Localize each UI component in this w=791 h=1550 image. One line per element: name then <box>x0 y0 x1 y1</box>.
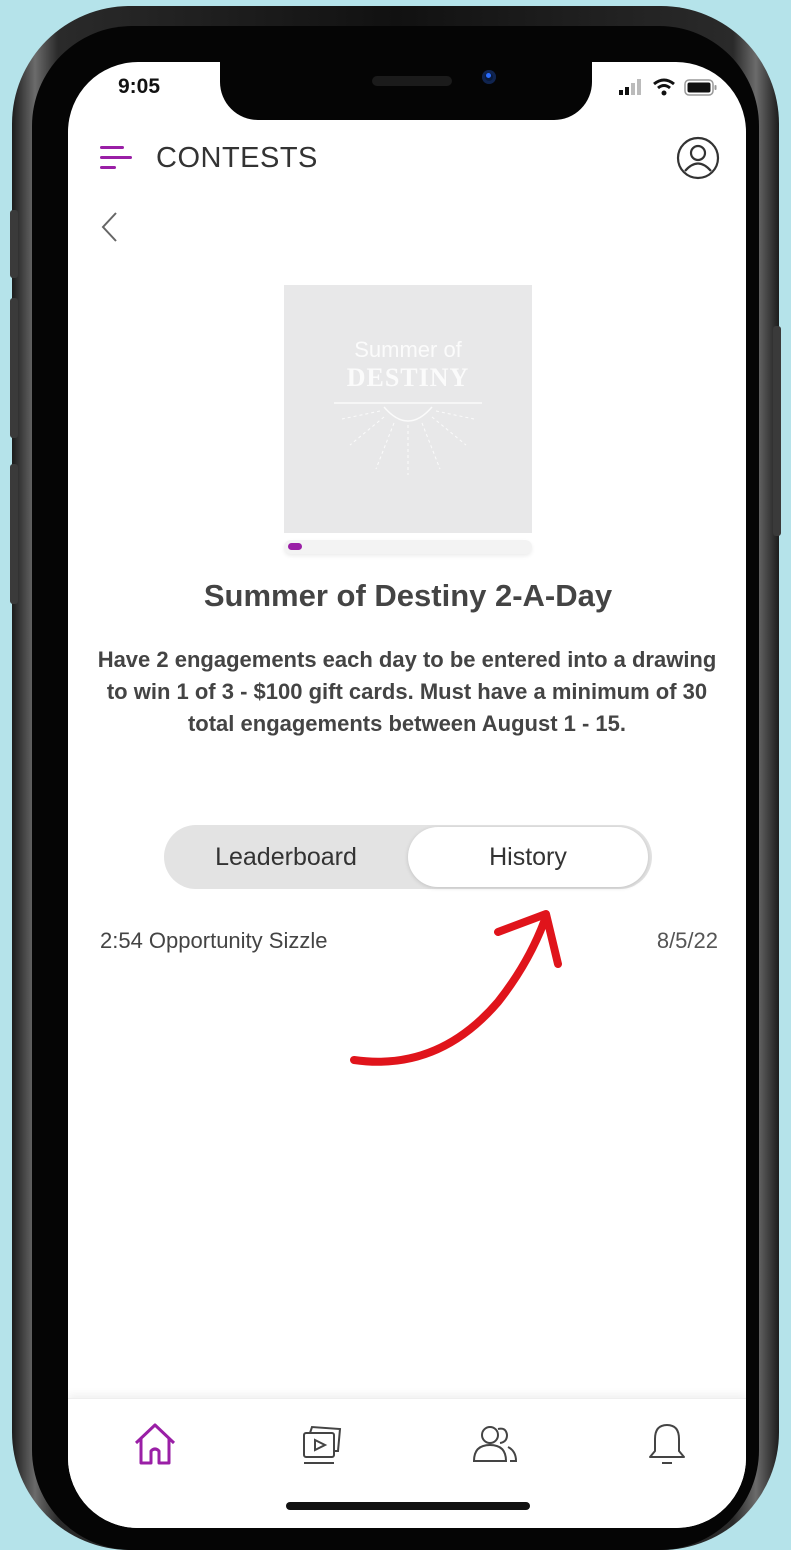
contest-progress-fill <box>288 543 302 550</box>
profile-icon[interactable] <box>676 136 720 180</box>
tab-history[interactable]: History <box>408 827 648 887</box>
power-button <box>773 326 781 536</box>
volume-up-button <box>10 298 18 438</box>
silent-switch <box>10 210 18 278</box>
menu-icon[interactable] <box>100 144 132 172</box>
speaker <box>372 76 452 86</box>
page-title: CONTESTS <box>156 142 318 174</box>
contest-description: Have 2 engagements each day to be entere… <box>97 647 717 736</box>
history-row[interactable]: 2:54 Opportunity Sizzle 8/5/22 <box>100 928 718 962</box>
home-icon[interactable] <box>130 1419 180 1469</box>
front-camera <box>482 70 496 84</box>
annotation-arrow <box>350 910 562 1066</box>
status-icons <box>618 78 718 96</box>
bell-icon[interactable] <box>642 1419 692 1469</box>
tab-leaderboard[interactable]: Leaderboard <box>164 825 408 889</box>
contest-progress-bar <box>284 540 532 554</box>
contest-image: Summer of DESTINY <box>284 285 532 533</box>
home-indicator[interactable] <box>286 1502 530 1510</box>
history-item-date: 8/5/22 <box>656 928 718 953</box>
history-item-name: 2:54 Opportunity Sizzle <box>100 928 328 953</box>
leaderboard-history-toggle: Leaderboard History <box>164 825 652 889</box>
volume-down-button <box>10 464 18 604</box>
app-header: CONTESTS <box>100 134 720 184</box>
screen: 9:05 CONTESTS Summer of DESTINY Summer o… <box>68 62 746 1528</box>
battery-icon <box>684 78 717 96</box>
wifi-icon <box>653 78 675 96</box>
sun-rays-graphic <box>334 402 482 475</box>
signal-icon <box>619 79 641 95</box>
status-time: 9:05 <box>118 75 161 98</box>
media-icon[interactable] <box>298 1419 348 1469</box>
back-chevron-icon[interactable] <box>98 210 122 244</box>
contest-title: Summer of Destiny 2-A-Day <box>203 578 613 613</box>
notch <box>220 62 592 120</box>
people-icon[interactable] <box>470 1419 520 1469</box>
